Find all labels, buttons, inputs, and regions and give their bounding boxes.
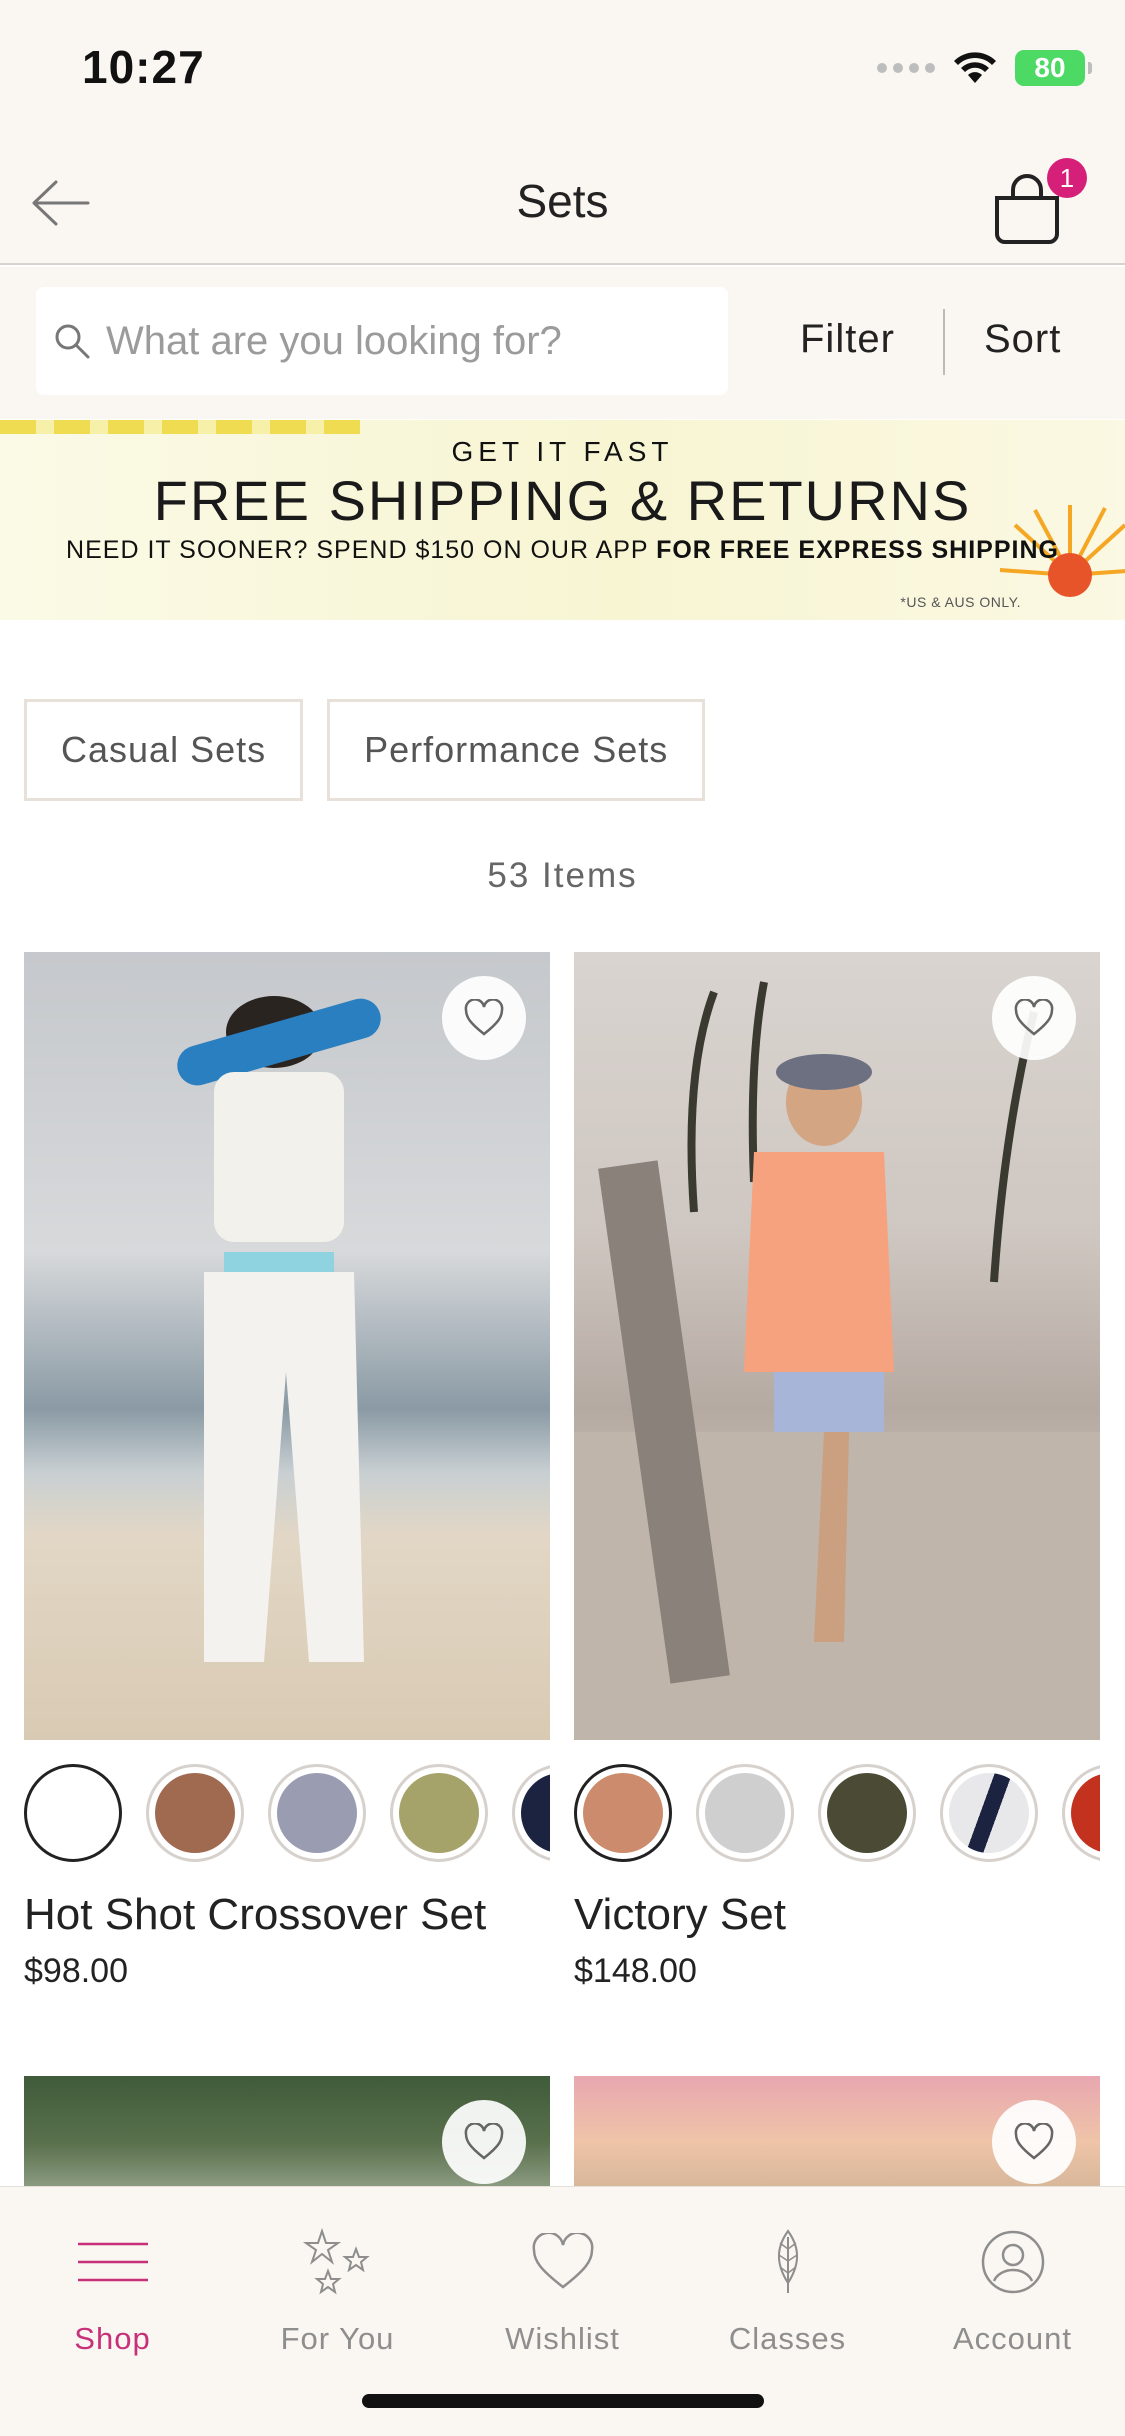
leaf-icon xyxy=(777,2229,798,2293)
swatch-color xyxy=(1071,1773,1100,1853)
search-row: Filter Sort xyxy=(0,267,1125,419)
heart-icon xyxy=(532,2233,593,2289)
color-swatch[interactable] xyxy=(574,1764,672,1862)
signal-icon xyxy=(877,63,935,73)
product-image[interactable] xyxy=(24,2076,550,2186)
wishlist-button[interactable] xyxy=(442,976,526,1060)
swatch-color xyxy=(277,1773,357,1853)
item-count: 53 Items xyxy=(487,856,638,895)
tab-classes[interactable]: Classes xyxy=(675,2217,900,2357)
color-swatch[interactable] xyxy=(696,1764,794,1862)
color-swatch[interactable] xyxy=(24,1764,122,1862)
stars-icon xyxy=(302,2227,370,2295)
swatch-color xyxy=(155,1773,235,1853)
heart-icon xyxy=(464,999,504,1036)
tab-label: For You xyxy=(280,2321,395,2356)
color-swatch[interactable] xyxy=(818,1764,916,1862)
filter-button[interactable]: Filter xyxy=(800,317,895,362)
heart-icon xyxy=(464,2123,504,2160)
chip-casual-sets[interactable]: Casual Sets xyxy=(24,699,304,801)
cart-button[interactable]: 1 xyxy=(987,158,1087,248)
wishlist-button[interactable] xyxy=(992,976,1076,1060)
home-indicator xyxy=(362,2394,764,2408)
wishlist-button[interactable] xyxy=(442,2100,526,2184)
product-price: $148.00 xyxy=(574,1952,697,1990)
color-swatch[interactable] xyxy=(1062,1764,1100,1862)
tab-label: Account xyxy=(952,2321,1072,2356)
battery-icon: 80 xyxy=(1015,50,1092,86)
tab-wishlist[interactable]: Wishlist xyxy=(450,2217,675,2357)
color-swatch[interactable] xyxy=(390,1764,488,1862)
product-name[interactable]: Hot Shot Crossover Set xyxy=(24,1890,550,1940)
banner-subline-bold: FOR FREE EXPRESS SHIPPING xyxy=(656,536,1059,564)
promo-banner[interactable]: GET IT FAST FREE SHIPPING & RETURNS NEED… xyxy=(0,420,1125,620)
wishlist-button[interactable] xyxy=(992,2100,1076,2184)
banner-subline-text: NEED IT SOONER? SPEND $150 ON OUR APP xyxy=(66,536,657,564)
page-title: Sets xyxy=(516,175,609,227)
model-figure xyxy=(574,981,1100,1740)
tab-label: Wishlist xyxy=(505,2321,620,2356)
tab-for-you[interactable]: For You xyxy=(225,2217,450,2357)
divider xyxy=(943,309,945,375)
search-icon xyxy=(55,324,90,359)
banner-subline: NEED IT SOONER? SPEND $150 ON OUR APP FO… xyxy=(0,536,1125,565)
cart-badge: 1 xyxy=(1047,158,1087,198)
product-card[interactable]: Hot Shot Crossover Set $98.00 xyxy=(24,952,550,1991)
model-figure xyxy=(177,996,381,1662)
banner-disclaimer: *US & AUS ONLY. xyxy=(900,594,1021,610)
product-price: $98.00 xyxy=(24,1952,128,1990)
menu-icon xyxy=(77,2242,148,2282)
banner-headline: FREE SHIPPING & RETURNS xyxy=(153,469,972,532)
wifi-icon xyxy=(954,52,996,83)
search-box[interactable] xyxy=(36,287,728,395)
product-image[interactable] xyxy=(574,952,1100,1740)
tab-label: Shop xyxy=(74,2321,151,2356)
banner-stripe xyxy=(0,420,360,434)
product-image[interactable] xyxy=(574,2076,1100,2186)
product-card[interactable]: Victory Set $148.00 xyxy=(574,952,1100,1991)
swatch-color xyxy=(33,1773,113,1853)
banner-eyebrow: GET IT FAST xyxy=(451,436,674,467)
swatch-color xyxy=(827,1773,907,1853)
account-icon xyxy=(981,2230,1044,2294)
color-swatch[interactable] xyxy=(268,1764,366,1862)
status-indicators: 80 xyxy=(877,46,1092,90)
search-input[interactable] xyxy=(106,318,706,364)
sort-button[interactable]: Sort xyxy=(984,317,1061,362)
battery-level: 80 xyxy=(1034,52,1066,83)
heart-icon xyxy=(1014,999,1054,1036)
chip-performance-sets[interactable]: Performance Sets xyxy=(327,699,706,801)
color-swatch[interactable] xyxy=(146,1764,244,1862)
tab-label: Classes xyxy=(728,2321,847,2356)
category-chips: Casual Sets Performance Sets xyxy=(24,699,706,801)
tab-account[interactable]: Account xyxy=(900,2217,1125,2357)
product-image[interactable] xyxy=(24,952,550,1740)
color-swatch[interactable] xyxy=(940,1764,1038,1862)
color-swatches xyxy=(24,1764,550,1864)
product-card[interactable] xyxy=(574,2076,1100,2186)
heart-icon xyxy=(1014,2123,1054,2160)
swatch-color xyxy=(521,1773,550,1853)
status-time: 10:27 xyxy=(82,41,205,93)
color-swatch[interactable] xyxy=(512,1764,550,1862)
color-swatches xyxy=(574,1764,1100,1864)
product-name[interactable]: Victory Set xyxy=(574,1890,1100,1940)
swatch-color xyxy=(705,1773,785,1853)
swatch-color xyxy=(949,1773,1029,1853)
product-card[interactable] xyxy=(24,2076,550,2186)
status-bar: 10:27 80 xyxy=(0,0,1125,140)
swatch-color xyxy=(399,1773,479,1853)
swatch-color xyxy=(583,1773,663,1853)
tab-shop[interactable]: Shop xyxy=(0,2217,225,2357)
navigation-bar: Sets 1 xyxy=(0,140,1125,265)
